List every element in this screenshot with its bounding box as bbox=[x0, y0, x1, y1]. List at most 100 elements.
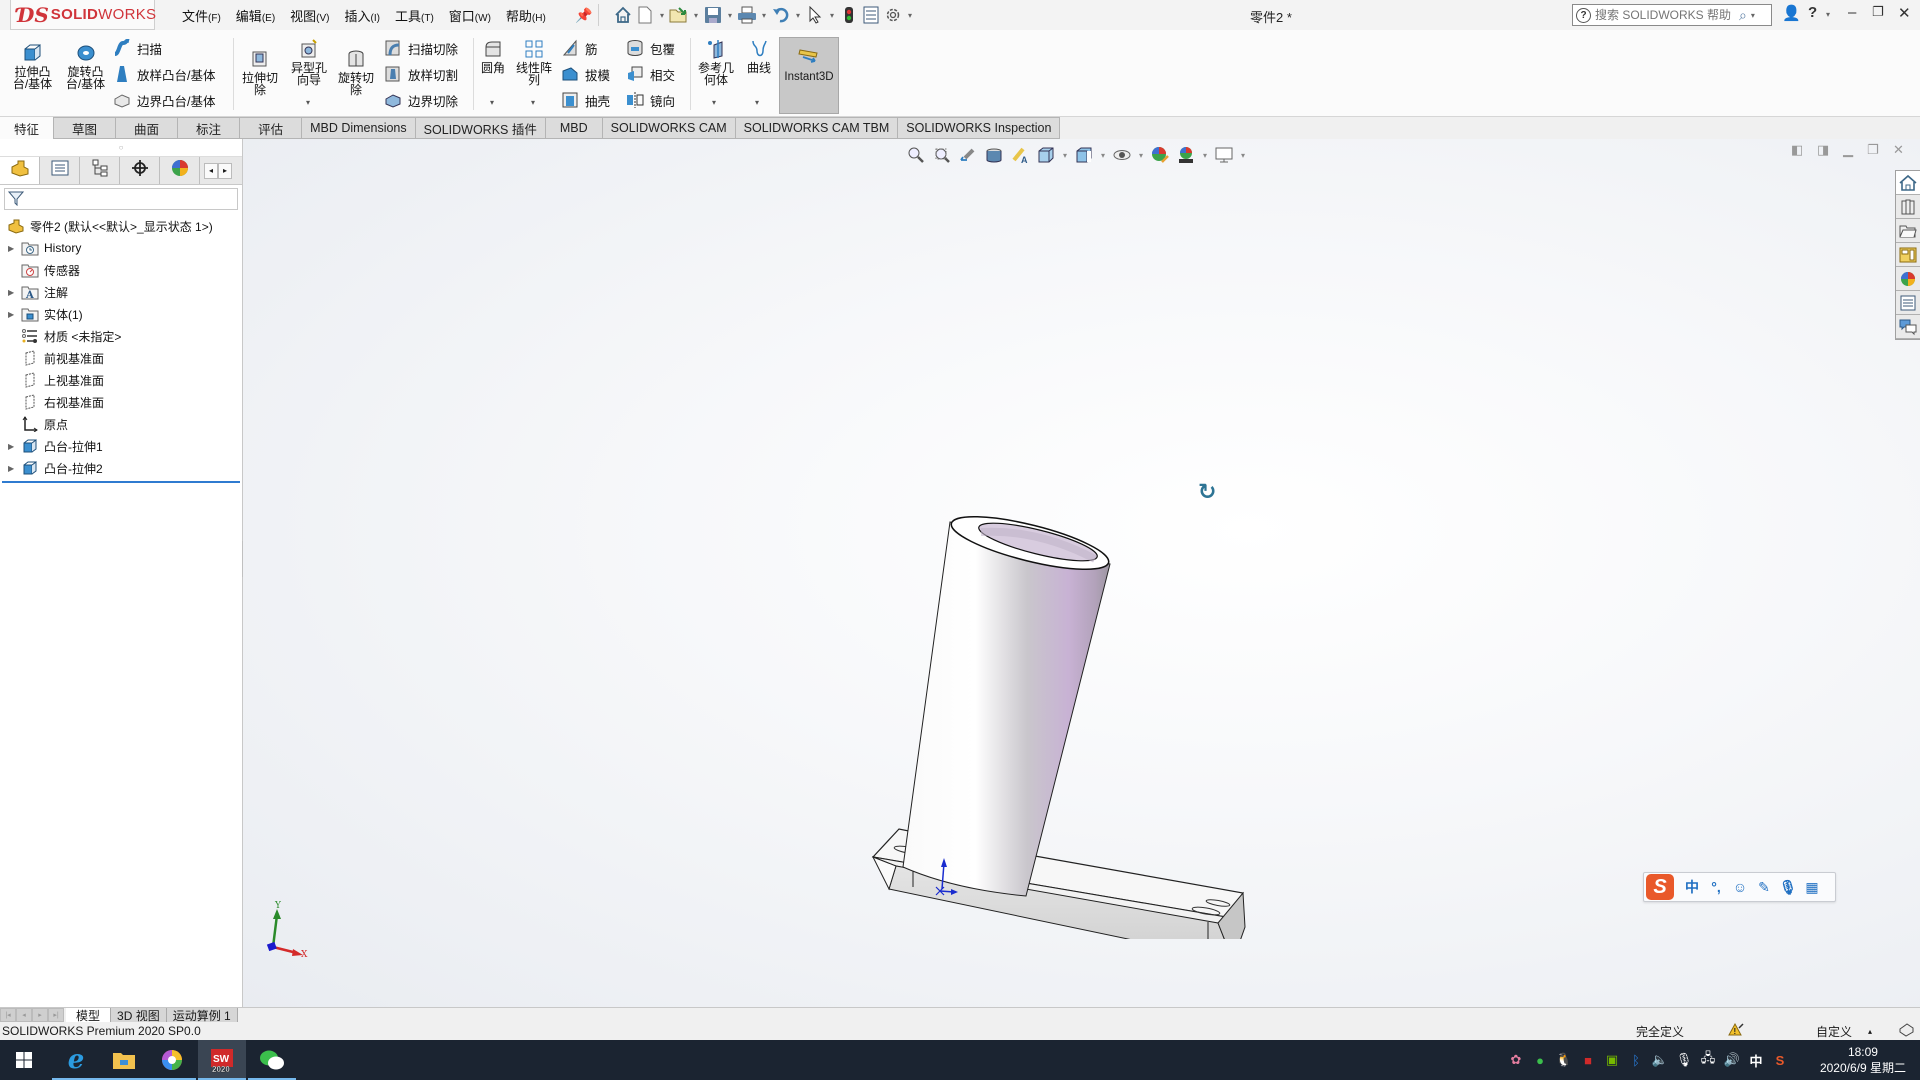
tab-mbd[interactable]: MBD bbox=[545, 117, 603, 139]
tree-item-annotations[interactable]: ▶ A 注解 bbox=[0, 281, 242, 303]
wechat-icon[interactable] bbox=[248, 1040, 296, 1080]
search-icon[interactable]: ⌕ bbox=[1739, 7, 1747, 24]
panel-grip[interactable]: ○ bbox=[0, 139, 242, 157]
tree-item-top-plane[interactable]: 上视基准面 bbox=[0, 369, 242, 391]
tray-input-language[interactable]: 中 bbox=[1744, 1051, 1768, 1070]
boundary-cut-button[interactable]: 边界切除 bbox=[384, 90, 458, 110]
reference-geometry-button[interactable]: 参考几 何体 bbox=[695, 38, 737, 86]
select-icon[interactable] bbox=[804, 4, 826, 26]
apply-scene-dropdown-icon[interactable]: ▾ bbox=[1199, 151, 1211, 160]
menu-view[interactable]: 视图(V) bbox=[290, 6, 329, 25]
solidworks-logo[interactable]: ƊS SOLIDWORKS bbox=[10, 0, 156, 30]
tab-solidworks-inspection[interactable]: SOLIDWORKS Inspection bbox=[898, 117, 1061, 139]
graphics-area[interactable]: A ▾ ▾ ▾ ▾ ▾ ◧ ◨ ▁ ❐ ✕ ↻ Y X S 中 °, ☺ ✎ 🎙… bbox=[243, 139, 1920, 1007]
tree-root-part[interactable]: 零件2 (默认<<默认>_显示状态 1>) bbox=[0, 215, 242, 237]
tray-wechat-icon[interactable]: ● bbox=[1528, 1053, 1552, 1068]
help-icon[interactable]: ? bbox=[1808, 4, 1817, 21]
minimize-icon[interactable]: – bbox=[1848, 4, 1856, 21]
extruded-boss-button[interactable]: 拉伸凸 台/基体 bbox=[10, 42, 55, 90]
previous-view-icon[interactable] bbox=[955, 144, 981, 166]
tab-markup[interactable]: 标注 bbox=[178, 117, 241, 139]
displaymanager-tab[interactable] bbox=[160, 157, 200, 184]
boundary-boss-button[interactable]: 边界凸台/基体 bbox=[113, 90, 215, 110]
undo-icon[interactable] bbox=[770, 4, 792, 26]
expand-icon[interactable]: ▶ bbox=[8, 310, 20, 319]
doc-close-icon[interactable]: ✕ bbox=[1893, 142, 1904, 158]
file-explorer-icon[interactable] bbox=[1896, 219, 1920, 243]
tab-solidworks-cam[interactable]: SOLIDWORKS CAM bbox=[602, 117, 736, 139]
curves-dropdown-icon[interactable]: ▾ bbox=[755, 98, 759, 107]
open-icon[interactable] bbox=[668, 4, 690, 26]
view-orientation-dropdown-icon[interactable]: ▾ bbox=[1059, 151, 1071, 160]
menu-insert[interactable]: 插入(I) bbox=[345, 6, 380, 25]
last-tab-icon[interactable]: ▸| bbox=[48, 1008, 64, 1022]
fillet-button[interactable]: 圆角 bbox=[478, 38, 508, 74]
linear-pattern-button[interactable]: 线性阵 列 bbox=[513, 38, 555, 86]
rebuild-icon[interactable] bbox=[838, 4, 860, 26]
tray-volume-icon[interactable]: 🔊 bbox=[1720, 1052, 1744, 1068]
display-style-dropdown-icon[interactable]: ▾ bbox=[1097, 151, 1109, 160]
hide-show-items-icon[interactable] bbox=[1109, 144, 1135, 166]
tree-item-origin[interactable]: 原点 bbox=[0, 413, 242, 435]
select-dropdown-icon[interactable]: ▾ bbox=[826, 11, 838, 20]
view-palette-icon[interactable] bbox=[1896, 243, 1920, 267]
system-clock[interactable]: 18:09 2020/6/9 星期二 bbox=[1820, 1044, 1906, 1076]
close-icon[interactable]: ✕ bbox=[1898, 4, 1911, 22]
sweep-button[interactable]: 扫描 bbox=[113, 38, 162, 58]
scroll-left-icon[interactable]: ◂ bbox=[204, 162, 218, 179]
tray-sogou-icon[interactable]: S bbox=[1768, 1053, 1792, 1068]
expand-icon[interactable]: ▶ bbox=[8, 244, 20, 253]
tile-left-icon[interactable]: ◧ bbox=[1791, 142, 1803, 158]
tray-app-icon[interactable]: ✿ bbox=[1504, 1052, 1528, 1068]
doc-minimize-icon[interactable]: ▁ bbox=[1843, 142, 1853, 158]
solidworks-forum-icon[interactable] bbox=[1896, 315, 1920, 339]
tile-right-icon[interactable]: ◨ bbox=[1817, 142, 1829, 158]
view-settings-icon[interactable] bbox=[1211, 144, 1237, 166]
file-explorer-icon[interactable] bbox=[100, 1040, 148, 1080]
tray-nvidia-icon[interactable]: ▣ bbox=[1600, 1052, 1624, 1068]
handwriting-icon[interactable]: ✎ bbox=[1752, 879, 1776, 896]
scroll-right-icon[interactable]: ▸ bbox=[218, 162, 232, 179]
tree-item-sensors[interactable]: 传感器 bbox=[0, 259, 242, 281]
ime-mode-toggle[interactable]: 中 bbox=[1680, 877, 1704, 897]
configurationmanager-tab[interactable] bbox=[80, 157, 120, 184]
menu-help[interactable]: 帮助(H) bbox=[506, 6, 546, 25]
save-dropdown-icon[interactable]: ▾ bbox=[724, 11, 736, 20]
expand-icon[interactable]: ▶ bbox=[8, 288, 20, 297]
custom-properties-icon[interactable] bbox=[1896, 291, 1920, 315]
solidworks-taskbar-icon[interactable]: SW 2020 bbox=[198, 1040, 246, 1080]
dimxpert-tab[interactable] bbox=[120, 157, 160, 184]
tree-item-boss-extrude1[interactable]: ▶ 凸台-拉伸1 bbox=[0, 435, 242, 457]
rib-button[interactable]: 筋 bbox=[561, 38, 598, 58]
part-3d-model[interactable] bbox=[813, 379, 1333, 939]
browser-icon[interactable] bbox=[148, 1040, 196, 1080]
extruded-cut-button[interactable]: 拉伸切 除 bbox=[238, 48, 282, 96]
home-icon[interactable] bbox=[612, 4, 634, 26]
hole-wizard-dropdown-icon[interactable]: ▾ bbox=[306, 98, 310, 107]
ime-punctuation-toggle[interactable]: °, bbox=[1704, 879, 1728, 895]
tab-evaluate[interactable]: 评估 bbox=[240, 117, 303, 139]
tray-speaker-app-icon[interactable]: 🔈 bbox=[1648, 1052, 1672, 1068]
tree-item-history[interactable]: ▶ History bbox=[0, 237, 242, 259]
view-settings-dropdown-icon[interactable]: ▾ bbox=[1237, 151, 1249, 160]
tab-surfaces[interactable]: 曲面 bbox=[116, 117, 179, 139]
zoom-to-fit-icon[interactable] bbox=[903, 144, 929, 166]
open-dropdown-icon[interactable]: ▾ bbox=[690, 11, 702, 20]
new-dropdown-icon[interactable]: ▾ bbox=[656, 11, 668, 20]
tree-item-material[interactable]: 材质 <未指定> bbox=[0, 325, 242, 347]
revolved-boss-button[interactable]: 旋转凸 台/基体 bbox=[63, 42, 108, 90]
apply-scene-icon[interactable] bbox=[1173, 144, 1199, 166]
linear-pattern-dropdown-icon[interactable]: ▾ bbox=[531, 98, 535, 107]
units-selector[interactable]: 自定义 bbox=[1816, 1023, 1852, 1040]
tray-solidworks-icon[interactable]: ■ bbox=[1576, 1053, 1600, 1068]
wrap-button[interactable]: 包覆 bbox=[626, 38, 675, 58]
tree-item-boss-extrude2[interactable]: ▶ 凸台-拉伸2 bbox=[0, 457, 242, 479]
tab-solidworks-cam-tbm[interactable]: SOLIDWORKS CAM TBM bbox=[735, 117, 899, 139]
edit-appearance-icon[interactable] bbox=[1147, 144, 1173, 166]
voice-input-icon[interactable]: 🎙 bbox=[1776, 879, 1800, 896]
shell-button[interactable]: 抽壳 bbox=[561, 90, 610, 110]
sogou-logo-icon[interactable]: S bbox=[1646, 874, 1674, 900]
propertymanager-tab[interactable] bbox=[40, 157, 80, 184]
solidworks-resources-icon[interactable] bbox=[1896, 171, 1920, 195]
tab-motion-study[interactable]: 运动算例 1 bbox=[166, 1008, 238, 1023]
